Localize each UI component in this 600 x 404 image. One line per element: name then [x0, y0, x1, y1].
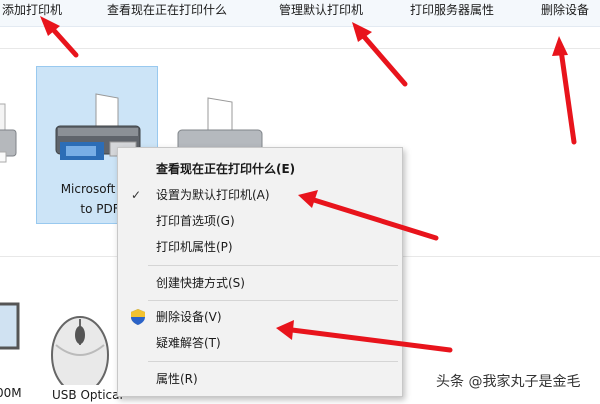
print-server-properties-button[interactable]: 打印服务器属性	[410, 2, 494, 18]
menu-item-label: 创建快捷方式(S)	[156, 276, 245, 290]
menu-item-print-preferences[interactable]: 打印首选项(G)	[118, 210, 402, 232]
menu-item-label: 打印首选项(G)	[156, 214, 235, 228]
menu-separator	[148, 265, 398, 266]
checkmark-icon: ✓	[131, 188, 142, 202]
menu-item-label: 查看现在正在打印什么(E)	[156, 162, 296, 176]
monitor-icon	[0, 302, 20, 350]
arrow-remove-device	[558, 47, 577, 145]
usb-mouse-device[interactable]	[40, 305, 120, 394]
menu-item-set-default[interactable]: ✓ 设置为默认打印机(A)	[118, 184, 402, 206]
menu-item-label: 打印机属性(P)	[156, 240, 233, 254]
add-printer-button[interactable]: 添加打印机	[2, 2, 62, 18]
arrow-manage-default	[357, 29, 408, 87]
see-printing-button[interactable]: 查看现在正在打印什么	[107, 2, 227, 18]
menu-item-label: 疑难解答(T)	[156, 336, 221, 350]
mouse-icon	[51, 316, 109, 394]
watermark-text: 头条 @我家丸子是金毛	[432, 371, 585, 391]
remove-device-button[interactable]: 删除设备	[541, 2, 589, 18]
menu-item-troubleshoot[interactable]: 疑难解答(T)	[118, 332, 402, 354]
menu-item-label: 属性(R)	[156, 372, 198, 386]
uac-shield-icon	[131, 309, 145, 325]
partial-device-label: 00M	[0, 386, 22, 400]
menu-item-label: 设置为默认打印机(A)	[156, 188, 270, 202]
partial-printer-device[interactable]	[0, 90, 20, 170]
menu-separator	[148, 361, 398, 362]
printer-icon	[0, 103, 17, 163]
menu-item-properties[interactable]: 属性(R)	[118, 368, 402, 390]
menu-item-see-printing[interactable]: 查看现在正在打印什么(E)	[118, 158, 402, 180]
section-divider	[0, 48, 600, 49]
arrowhead	[552, 36, 568, 56]
partial-monitor-device[interactable]	[0, 300, 24, 370]
arrow-add-printer	[47, 23, 79, 58]
menu-separator	[148, 300, 398, 301]
menu-item-label: 删除设备(V)	[156, 310, 222, 324]
menu-item-create-shortcut[interactable]: 创建快捷方式(S)	[118, 272, 402, 294]
menu-item-remove-device[interactable]: 删除设备(V)	[118, 306, 402, 328]
menu-item-printer-properties[interactable]: 打印机属性(P)	[118, 236, 402, 258]
context-menu: 查看现在正在打印什么(E) ✓ 设置为默认打印机(A) 打印首选项(G) 打印机…	[117, 147, 403, 397]
toolbar: 添加打印机 查看现在正在打印什么 管理默认打印机 打印服务器属性 删除设备	[0, 0, 600, 27]
manage-default-printer-button[interactable]: 管理默认打印机	[279, 2, 363, 18]
